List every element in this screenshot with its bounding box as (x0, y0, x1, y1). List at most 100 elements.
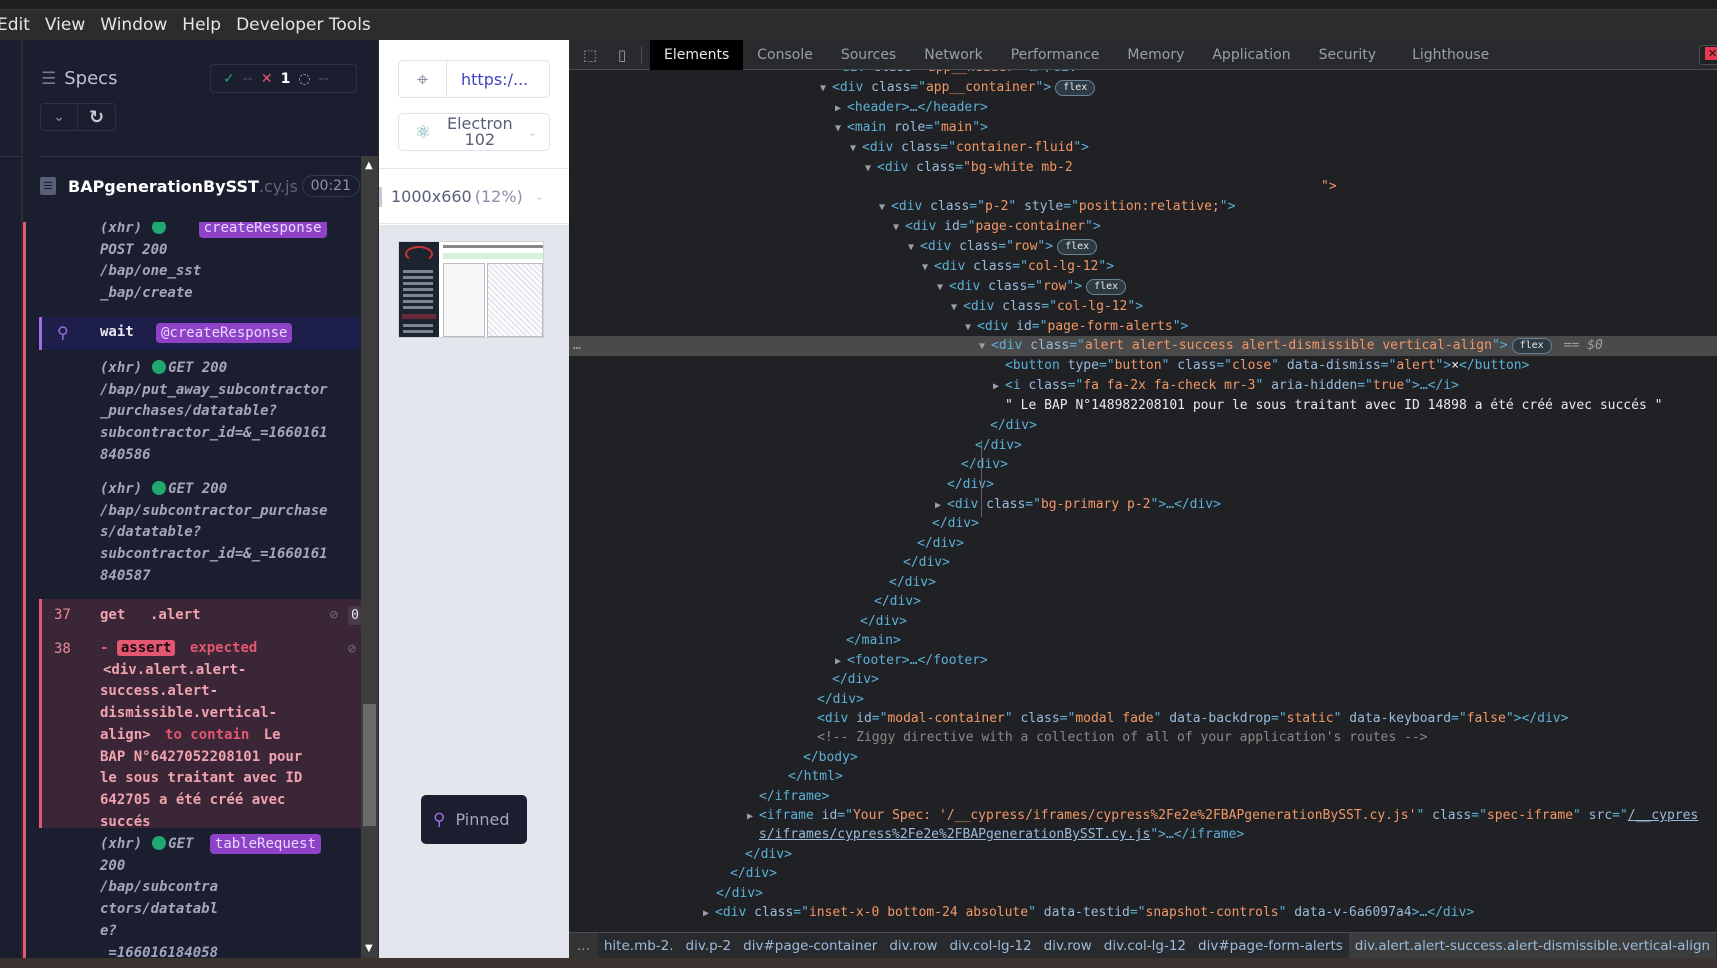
device-toolbar-icon[interactable]: ▯ (611, 46, 633, 64)
specs-toggle[interactable]: ☰ Specs (41, 68, 117, 89)
src-link[interactable]: /__cypres (1628, 808, 1698, 823)
command-xhr[interactable]: (xhr) GET 200 /bap/put_away_subcontractor… (39, 358, 364, 473)
menu-view[interactable]: View (45, 15, 85, 35)
tab-elements[interactable]: Elements (650, 39, 744, 70)
breadcrumb-item[interactable]: hite.mb-2. (598, 938, 680, 954)
dom-node[interactable]: ▼ <div class="bg-white mb-2 (569, 158, 1717, 178)
dom-node[interactable]: <div id="modal-container" class="modal f… (569, 709, 1717, 729)
tab-sources[interactable]: Sources (827, 40, 910, 70)
tab-performance[interactable]: Performance (997, 40, 1114, 70)
command-get[interactable]: 37 get .alert ⊘ 0 (39, 599, 364, 633)
expand-arrow-icon[interactable]: ▼ (979, 337, 991, 357)
flex-badge[interactable]: flex (1511, 338, 1552, 354)
dom-node-selected[interactable]: … ▼ <div class="alert alert-success alert-… (569, 336, 1717, 356)
breadcrumb-item[interactable]: div.row (883, 938, 943, 954)
expand-arrow-icon[interactable]: ▶ (703, 904, 715, 924)
command-xhr[interactable]: (xhr) createResponse POST 200 /bap/one_s… (39, 222, 364, 316)
error-count-icon[interactable] (1699, 45, 1717, 65)
dom-node[interactable]: ▶ <div class="inset-x-0 bottom-24 absolut… (569, 903, 1717, 923)
breadcrumb-item[interactable]: div.p-2 (680, 938, 738, 954)
expand-arrow-icon[interactable]: ▼ (865, 159, 877, 179)
rerun-button[interactable]: ↻ (78, 104, 115, 130)
expand-arrow-icon[interactable]: ▼ (965, 318, 977, 338)
breadcrumb-more[interactable]: ... (569, 933, 598, 958)
scroll-down-icon[interactable]: ▼ (365, 943, 373, 954)
expand-arrow-icon[interactable]: ▶ (835, 652, 847, 672)
src-link[interactable]: s/iframes/cypress%2Fe2e%2FBAPgenerationB… (759, 827, 1150, 842)
expand-arrow-icon[interactable]: ▼ (893, 218, 905, 238)
flex-badge[interactable]: flex (1086, 279, 1127, 295)
dom-node[interactable]: ▶ <iframe id="Your Spec: '/__cypress/ifra… (569, 806, 1717, 826)
menu-developer-tools[interactable]: Developer Tools (236, 15, 371, 35)
expand-arrow-icon[interactable]: ▼ (835, 119, 847, 139)
selector-playground-button[interactable]: ⌖ (399, 61, 447, 97)
tab-console[interactable]: Console (743, 40, 827, 70)
browser-selector[interactable]: ⚛ Electron 102 ⌄ (398, 113, 550, 151)
expand-arrow-icon[interactable]: ▼ (820, 79, 832, 99)
dom-node[interactable]: <button type="button" class="close" data… (569, 356, 1717, 376)
dom-node[interactable]: <div class="app__header">…</div> (569, 70, 1717, 78)
menu-edit[interactable]: Edit (0, 15, 30, 35)
spec-file-header: BAPgenerationBySST .cy.js 00:21 (40, 175, 360, 197)
breadcrumb-item[interactable]: div.col-lg-12 (943, 938, 1037, 954)
menu-window[interactable]: Window (100, 15, 167, 35)
dom-node[interactable]: ▶ <div class="bg-primary p-2">…</div> (569, 495, 1717, 515)
menu-help[interactable]: Help (182, 15, 221, 35)
dom-node[interactable]: ▼ <div id="page-container"> (569, 217, 1717, 237)
expand-arrow-icon[interactable]: ▼ (879, 198, 891, 218)
tab-network[interactable]: Network (910, 40, 996, 70)
scrollbar-thumb[interactable] (363, 704, 376, 826)
reporter-scrollbar[interactable]: ▲ ▼ (361, 156, 378, 958)
dom-node[interactable]: ▼ <div class="col-lg-12"> (569, 297, 1717, 317)
expand-arrow-icon[interactable]: ▼ (922, 258, 934, 278)
dom-node[interactable]: ▼ <div class="col-lg-12"> (569, 257, 1717, 277)
refresh-icon: ↻ (88, 106, 105, 128)
tab-memory[interactable]: Memory (1113, 40, 1198, 70)
pinned-indicator[interactable]: ⚲ Pinned (421, 795, 527, 844)
command-xhr[interactable]: (xhr) GET tableRequest 200 /bap/subcontra… (39, 834, 364, 958)
expand-arrow-icon[interactable]: ▼ (908, 238, 920, 258)
scroll-up-icon[interactable]: ▲ (365, 160, 373, 171)
breadcrumb-item[interactable]: div.col-lg-12 (1098, 938, 1192, 954)
more-options-icon[interactable]: … (573, 336, 581, 356)
dom-node[interactable]: ▶ <footer>…</footer> (569, 651, 1717, 671)
command-assert[interactable]: 38 ⊘ - assert expected <div.alert.alert-… (39, 633, 364, 830)
expand-arrow-icon[interactable]: ▼ (850, 139, 862, 159)
command-xhr[interactable]: (xhr) GET 200 /bap/subcontractor_purchase… (39, 479, 364, 594)
collapse-button[interactable]: ⌄ (41, 104, 79, 130)
flex-badge[interactable]: flex (1055, 80, 1096, 96)
inspect-element-icon[interactable]: ⬚ (579, 46, 601, 64)
tab-security[interactable]: Security (1305, 40, 1391, 70)
viewport-info[interactable]: 1000x660 (12%) ⌄ (379, 168, 569, 224)
tab-application[interactable]: Application (1198, 40, 1304, 70)
flex-badge[interactable]: flex (1057, 239, 1098, 255)
breadcrumb-item[interactable]: div#page-form-alerts (1192, 938, 1349, 954)
expand-arrow-icon[interactable]: ▶ (747, 807, 759, 827)
dom-node[interactable]: ▼ <div class="row"> flex (569, 277, 1717, 297)
dom-text-node[interactable]: " Le BAP N°148982208101 pour le sous tra… (569, 396, 1717, 416)
dom-node[interactable]: ▼ <main role="main"> (569, 118, 1717, 138)
expand-arrow-icon[interactable]: ▼ (937, 278, 949, 298)
tab-lighthouse[interactable]: Lighthouse (1398, 40, 1503, 70)
expand-arrow-icon[interactable]: ▼ (951, 298, 963, 318)
divider (641, 45, 642, 64)
expand-arrow-icon[interactable]: ▶ (993, 377, 1005, 397)
command-wait[interactable]: ⚲ wait @createResponse (39, 317, 364, 350)
dom-node[interactable]: ▶ <i class="fa fa-2x fa-check mr-3" aria-… (569, 376, 1717, 396)
url-display[interactable]: https:/... (447, 61, 528, 97)
breadcrumb-item[interactable]: div#page-container (737, 938, 883, 954)
breadcrumb-item[interactable]: div.row (1038, 938, 1098, 954)
expand-arrow-icon[interactable]: ▶ (935, 496, 947, 516)
dom-node[interactable]: ▼ <div class="p-2" style="position:relati… (569, 197, 1717, 217)
dom-node[interactable]: ▼ <div class="app__container"> flex (569, 78, 1717, 98)
attr-value: modal fade (1075, 711, 1154, 726)
breadcrumb-current[interactable]: div.alert.alert-success.alert-dismissibl… (1348, 933, 1717, 958)
dom-node[interactable]: ▼ <div class="container-fluid"> (569, 138, 1717, 158)
dom-node[interactable]: ▼ <div class="row"> flex (569, 237, 1717, 257)
devtools-panel: ⬚ ▯ Elements Console Sources Network Per… (569, 39, 1717, 958)
dom-node[interactable]: ▶ <header>…</header> (569, 98, 1717, 118)
dom-node[interactable]: s/iframes/cypress%2Fe2e%2FBAPgenerationB… (569, 825, 1717, 845)
dom-node[interactable]: ▼ <div id="page-form-alerts"> (569, 317, 1717, 337)
dom-comment[interactable]: <!-- Ziggy directive with a collection o… (569, 728, 1717, 748)
expand-arrow-icon[interactable]: ▶ (835, 99, 847, 119)
